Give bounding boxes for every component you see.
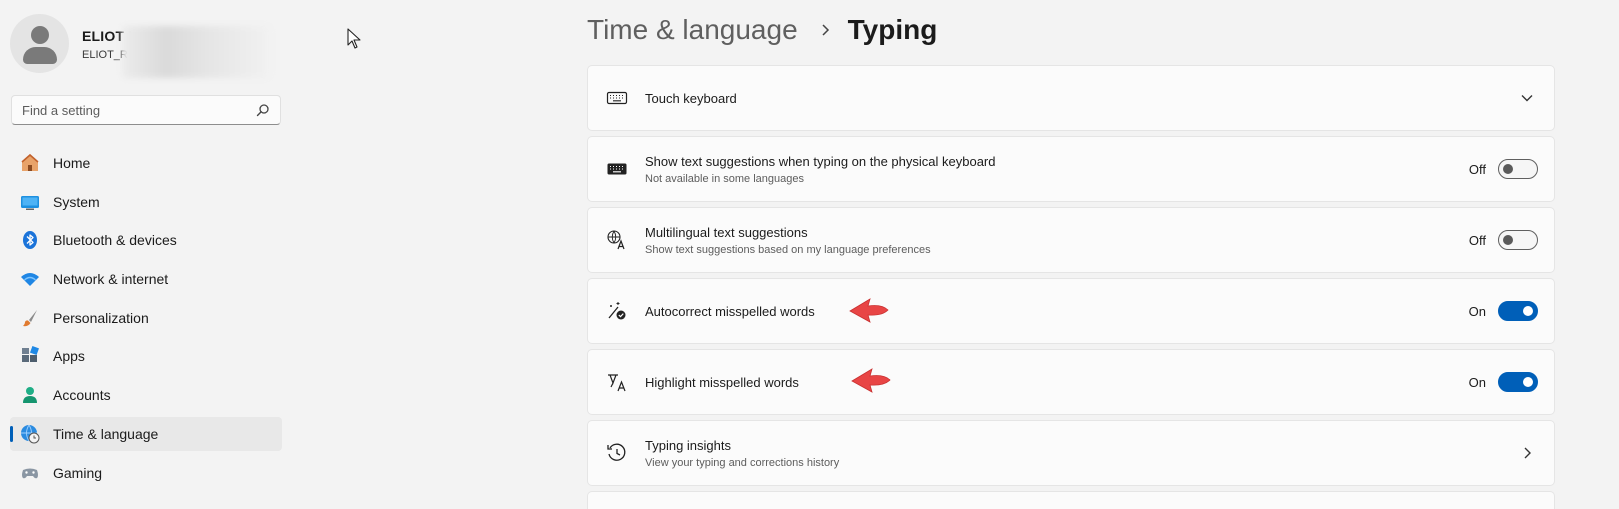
- chevron-down-icon[interactable]: [1520, 91, 1534, 105]
- setting-touch-keyboard[interactable]: Touch keyboard: [587, 65, 1555, 131]
- brush-icon: [20, 308, 40, 328]
- sidebar-item-apps[interactable]: Apps: [10, 339, 282, 373]
- breadcrumb: Time & language Typing: [587, 14, 937, 46]
- system-icon: [20, 192, 40, 212]
- sidebar-item-gaming[interactable]: Gaming: [10, 456, 282, 490]
- bluetooth-icon: [20, 230, 40, 250]
- setting-highlight-misspelled: Highlight misspelled words On: [587, 349, 1555, 415]
- sidebar-item-label: Bluetooth & devices: [53, 232, 177, 249]
- setting-subtitle: Not available in some languages: [645, 172, 804, 185]
- setting-title: Autocorrect misspelled words: [645, 303, 815, 319]
- home-icon: [20, 153, 40, 173]
- setting-title: Show text suggestions when typing on the…: [645, 153, 996, 169]
- annotation-arrow-icon: [851, 368, 891, 393]
- setting-title: Typing insights: [645, 437, 731, 453]
- search-input[interactable]: [22, 102, 256, 118]
- settings-list: Touch keyboard Show text suggestions whe…: [587, 65, 1555, 509]
- sidebar-item-label: Home: [53, 155, 91, 171]
- sidebar-item-home[interactable]: Home: [10, 146, 282, 180]
- setting-subtitle: View your typing and corrections history: [645, 456, 840, 469]
- setting-title: Multilingual text suggestions: [645, 224, 808, 240]
- setting-title: Touch keyboard: [645, 90, 737, 106]
- sidebar-item-label: Network & internet: [53, 271, 169, 288]
- mouse-cursor-icon: [347, 28, 361, 49]
- multilingual-toggle[interactable]: [1498, 230, 1538, 250]
- autocorrect-icon: [606, 300, 628, 322]
- setting-multilingual-suggestions: Multilingual text suggestions Show text …: [587, 207, 1555, 273]
- toggle-state-label: Off: [1468, 161, 1486, 177]
- sidebar-nav: Home System Bluetooth & devices Network …: [10, 146, 282, 494]
- sidebar-item-label: Apps: [53, 348, 85, 365]
- history-icon: [606, 442, 628, 464]
- globe-clock-icon: [20, 424, 40, 444]
- wifi-icon: [20, 269, 40, 289]
- sidebar-item-accounts[interactable]: Accounts: [10, 378, 282, 412]
- sidebar-item-system[interactable]: System: [10, 185, 282, 219]
- sidebar-item-label: System: [53, 193, 100, 210]
- sidebar-item-label: Gaming: [53, 464, 103, 481]
- accounts-icon: [20, 385, 40, 405]
- setting-partial-row: [587, 491, 1555, 509]
- text-suggestions-toggle[interactable]: [1498, 159, 1538, 179]
- highlight-text-icon: [606, 371, 628, 393]
- avatar[interactable]: [10, 14, 69, 73]
- setting-title: Highlight misspelled words: [645, 374, 799, 390]
- setting-subtitle: Show text suggestions based on my langua…: [645, 243, 931, 256]
- setting-typing-insights[interactable]: Typing insights View your typing and cor…: [587, 420, 1555, 486]
- setting-autocorrect: Autocorrect misspelled words On: [587, 278, 1555, 344]
- search-box[interactable]: [11, 95, 281, 125]
- toggle-state-label: On: [1468, 303, 1486, 319]
- annotation-arrow-icon: [849, 298, 889, 323]
- page-title: Typing: [847, 14, 938, 45]
- profile-email: ELIOT_R: [82, 49, 128, 61]
- apps-icon: [20, 346, 40, 366]
- language-icon: [606, 229, 628, 251]
- chevron-right-icon[interactable]: [1520, 446, 1534, 460]
- setting-text-suggestions: Show text suggestions when typing on the…: [587, 136, 1555, 202]
- keyboard-solid-icon: [606, 158, 628, 180]
- toggle-state-label: Off: [1468, 232, 1486, 248]
- user-profile[interactable]: ELIOT I ELIOT_R: [10, 14, 290, 78]
- sidebar-item-network[interactable]: Network & internet: [10, 262, 282, 296]
- highlight-toggle[interactable]: [1498, 372, 1538, 392]
- sidebar-item-label: Time & language: [53, 425, 159, 442]
- toggle-state-label: On: [1468, 374, 1486, 390]
- sidebar-item-bluetooth[interactable]: Bluetooth & devices: [10, 223, 282, 257]
- chevron-right-icon: [822, 24, 829, 36]
- breadcrumb-parent[interactable]: Time & language: [587, 14, 798, 46]
- gamepad-icon: [20, 463, 40, 483]
- search-icon[interactable]: [256, 103, 270, 117]
- keyboard-icon: [606, 87, 628, 109]
- redaction-blur: [122, 26, 270, 78]
- sidebar-item-time-language[interactable]: Time & language: [10, 416, 282, 451]
- autocorrect-toggle[interactable]: [1498, 301, 1538, 321]
- sidebar-item-label: Accounts: [53, 387, 111, 404]
- sidebar-item-label: Personalization: [53, 309, 149, 326]
- sidebar-item-personalization[interactable]: Personalization: [10, 301, 282, 335]
